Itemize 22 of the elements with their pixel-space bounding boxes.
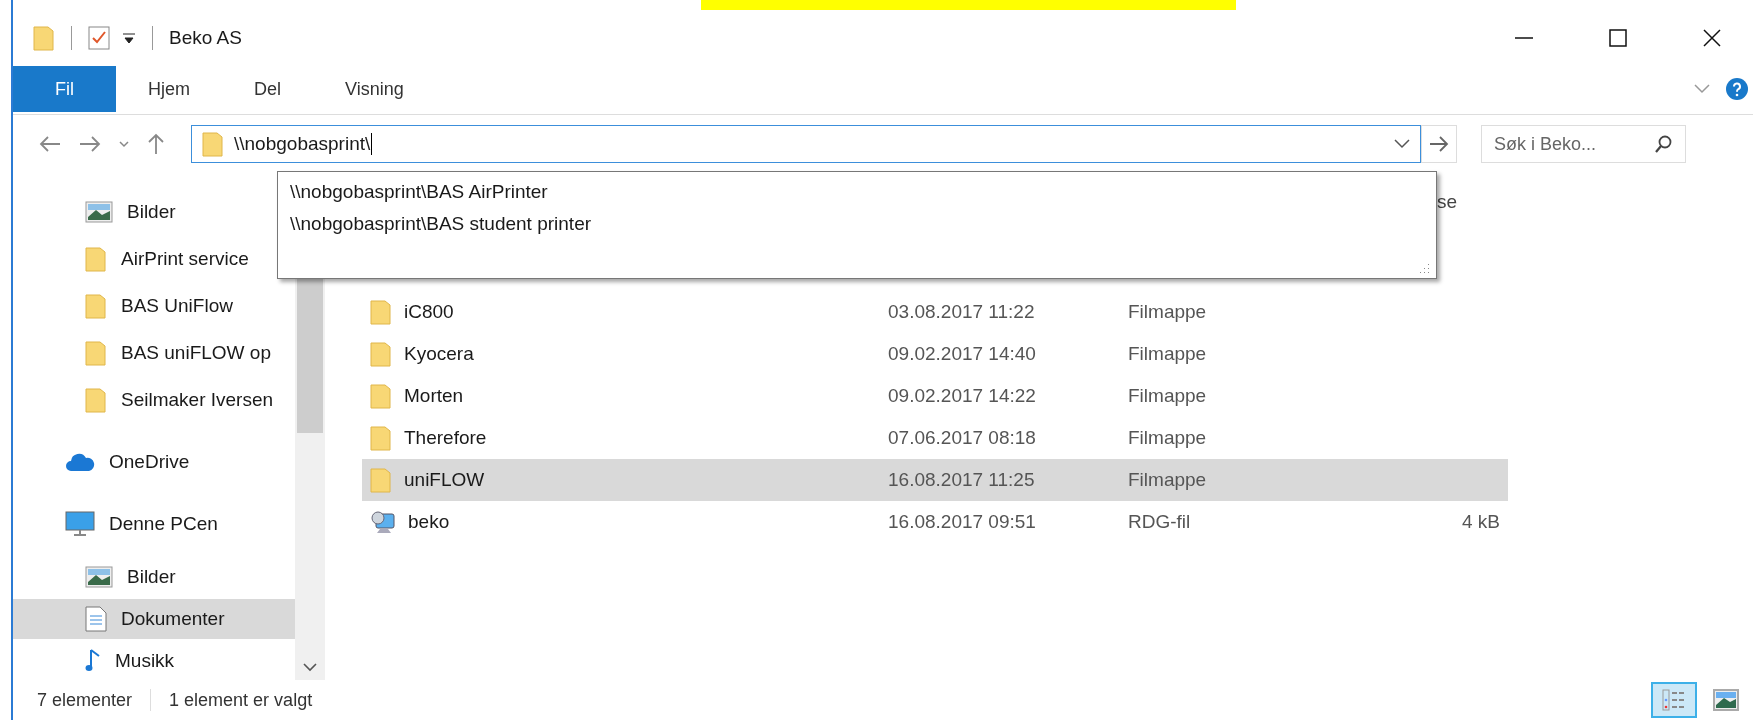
file-name: Morten xyxy=(404,385,464,407)
item-count: 7 elementer xyxy=(37,689,133,711)
date-cell-text: 09.02.2017 14:40 xyxy=(887,343,1037,365)
type-cell-text: RDG-fil xyxy=(1128,511,1192,533)
file-name: iC800 xyxy=(404,301,454,323)
date-cell-text: 03.08.2017 11:22 xyxy=(887,301,1036,323)
date-cell-text: 09.02.2017 14:22 xyxy=(887,385,1037,407)
date-cell-text: 07.06.2017 08:18 xyxy=(887,427,1037,449)
type-cell-text: Filmappe xyxy=(1128,469,1208,491)
file-name: Therefore xyxy=(404,427,487,449)
type-cell-text: Filmappe xyxy=(1128,301,1208,323)
type-cell-text: Filmappe xyxy=(1128,343,1208,365)
date-cell-text: 16.08.2017 11:25 xyxy=(887,469,1036,491)
file-name: Kyocera xyxy=(404,343,474,365)
type-cell-text: Filmappe xyxy=(1128,385,1208,407)
selection-count: 1 element er valgt xyxy=(169,689,313,711)
file-name: beko xyxy=(408,511,450,533)
type-cell-text: Filmappe xyxy=(1128,427,1208,449)
date-cell-text: 16.08.2017 09:51 xyxy=(887,511,1037,533)
file-name: uniFLOW xyxy=(404,469,485,491)
window-title: Beko AS xyxy=(169,27,242,49)
size-cell: 4 kB xyxy=(1461,511,1500,532)
